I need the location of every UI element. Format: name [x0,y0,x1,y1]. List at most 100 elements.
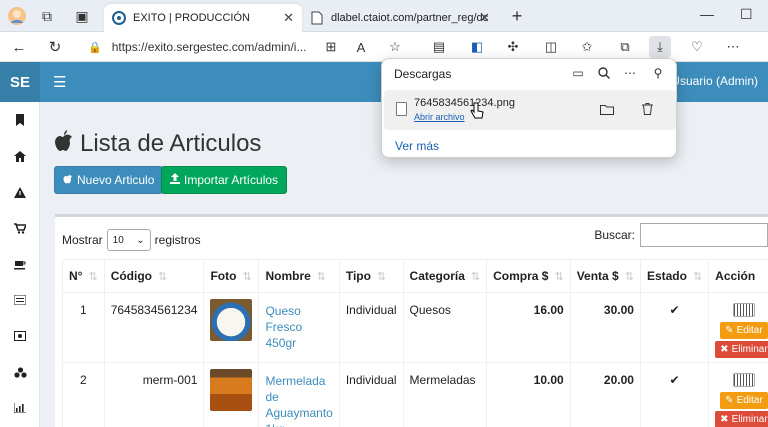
browser-essentials-icon[interactable]: ♡ [686,36,708,58]
search-input[interactable] [640,223,768,247]
row-name-cell: Queso Fresco 450gr [258,292,340,363]
download-item[interactable]: 7645834561234.png Abrir archivo [384,90,676,130]
favorite-star-icon[interactable]: ☆ [384,36,406,58]
extension-icon[interactable]: ▤ [428,36,450,58]
delete-button[interactable]: ✖ Eliminar [715,411,768,427]
product-photo-jam [210,369,253,411]
delete-button[interactable]: ✖ Eliminar [715,341,768,358]
row-sell-price: 20.00 [569,362,641,427]
column-header-code[interactable]: Código ⇅ [103,259,205,293]
row-buy-price: 16.00 [486,292,571,363]
column-header-photo[interactable]: Foto ⇅ [203,259,260,293]
apple-icon [54,130,74,158]
show-label: Mostrar [62,233,103,247]
column-header-number[interactable]: N° ⇅ [62,259,105,293]
row-number: 1 [62,292,105,363]
maximize-icon[interactable]: ☐ [740,6,753,23]
open-folder-icon[interactable]: ▭ [568,63,588,83]
edit-button[interactable]: ✎ Editar [720,322,768,339]
new-article-button[interactable]: Nuevo Articulo [54,166,164,194]
menu-toggle-icon[interactable]: ☰ [53,73,66,91]
refresh-icon[interactable]: ↻ [44,36,66,58]
lock-icon[interactable]: 🔒 [88,41,102,54]
workspaces-icon[interactable]: ⧉ [36,5,58,27]
apps-icon[interactable]: ⊞ [320,36,342,58]
import-articles-label: Importar Artículos [184,173,279,187]
tab-dlabel[interactable]: dlabel.ctaiot.com/partner_reg/dc ✕ [302,4,498,32]
column-header-name[interactable]: Nombre ⇅ [258,259,340,293]
downloads-panel: Descargas ▭ ⋯ ⚲ 7645834561234.png Abrir … [381,58,677,158]
table-search: Buscar: [594,223,768,247]
column-header-category[interactable]: Categoría ⇅ [402,259,488,293]
upload-icon [170,173,180,187]
hand-cursor-icon [470,102,484,124]
sort-icon: ⇅ [376,271,387,283]
status-check-icon: ✔ [639,292,710,363]
tab-exito[interactable]: EXITO | PRODUCCIÓN ✕ [104,4,302,32]
bookmark-icon[interactable] [0,110,40,130]
row-type: Individual [338,362,404,427]
barcode-button[interactable] [732,303,755,317]
product-name-link[interactable]: Queso Fresco 450gr [265,304,302,350]
see-more-link[interactable]: Ver más [395,139,439,153]
articles-table: N° ⇅ Código ⇅ Foto ⇅ Nombre ⇅ Tipo ⇅ Categorí… [62,259,768,427]
pencil-icon: ✎ [725,395,734,406]
table-row: 1 7645834561234 Queso Fresco 450gr Indiv… [62,292,768,363]
close-tab-icon[interactable]: ✕ [283,10,294,26]
new-article-label: Nuevo Articulo [77,173,155,187]
minimize-icon[interactable]: — [700,6,714,22]
downloads-icon[interactable]: ⤓ [649,36,671,58]
home-icon[interactable] [0,146,40,166]
product-name-link[interactable]: Mermelada de Aguaymanto 1kg [265,374,332,427]
pin-icon[interactable]: ⚲ [648,63,668,83]
coffee-icon[interactable] [0,254,40,274]
column-header-type[interactable]: Tipo ⇅ [338,259,404,293]
column-header-status[interactable]: Estado ⇅ [639,259,710,293]
collections-icon[interactable]: ⧉ [614,36,636,58]
sort-icon: ⇅ [316,271,327,283]
page-length-control: Mostrar 10 ⌄ registros [62,229,201,251]
sort-icon: ⇅ [692,271,703,283]
cubes-icon[interactable] [0,362,40,382]
product-photo-cheese [210,299,253,341]
open-file-link[interactable]: Abrir archivo [414,112,465,122]
bar-chart-icon[interactable] [0,398,40,418]
new-tab-icon[interactable]: + [506,5,528,27]
read-aloud-icon[interactable]: A [350,36,372,58]
downloads-title: Descargas [394,67,452,81]
page-title-text: Lista de Articulos [80,130,262,157]
more-options-icon[interactable]: ⋯ [722,36,744,58]
page-icon [310,11,324,25]
extension-blue-icon[interactable]: ◧ [466,36,488,58]
money-icon[interactable] [0,326,40,346]
barcode-button[interactable] [732,373,755,387]
url-field[interactable]: 🔒 https://exito.sergestec.com/admin/i... [88,36,323,58]
show-in-folder-icon[interactable] [598,100,616,118]
tab-actions-icon[interactable]: ▣ [71,5,93,27]
split-screen-icon[interactable]: ◫ [540,36,562,58]
cart-icon[interactable] [0,218,40,238]
download-file-name: 7645834561234.png [414,97,515,109]
search-icon[interactable] [594,63,614,83]
column-header-buy-price[interactable]: Compra $ ⇅ [486,259,571,293]
extensions-puzzle-icon[interactable]: ✣ [502,36,524,58]
user-menu[interactable]: Usuario (Admin) [671,74,758,88]
list-icon[interactable] [0,290,40,310]
table-header-row: N° ⇅ Código ⇅ Foto ⇅ Nombre ⇅ Tipo ⇅ Categorí… [62,259,768,293]
times-icon: ✖ [720,344,729,355]
column-header-action[interactable]: Acción [708,259,768,293]
delete-trash-icon[interactable] [638,100,656,118]
close-tab-icon[interactable]: ✕ [479,10,490,26]
import-articles-button[interactable]: Importar Artículos [161,166,288,194]
app-logo[interactable]: SE [0,62,40,102]
row-photo [203,362,260,427]
favorites-icon[interactable]: ✩ [576,36,598,58]
column-header-sell-price[interactable]: Venta $ ⇅ [569,259,641,293]
profile-avatar-icon[interactable] [6,5,28,27]
back-icon[interactable]: ← [8,36,30,58]
sort-icon: ⇅ [554,271,564,283]
page-length-select[interactable]: 10 ⌄ [106,229,151,251]
edit-button[interactable]: ✎ Editar [720,392,768,409]
warning-icon[interactable] [0,182,40,202]
more-options-icon[interactable]: ⋯ [620,63,640,83]
